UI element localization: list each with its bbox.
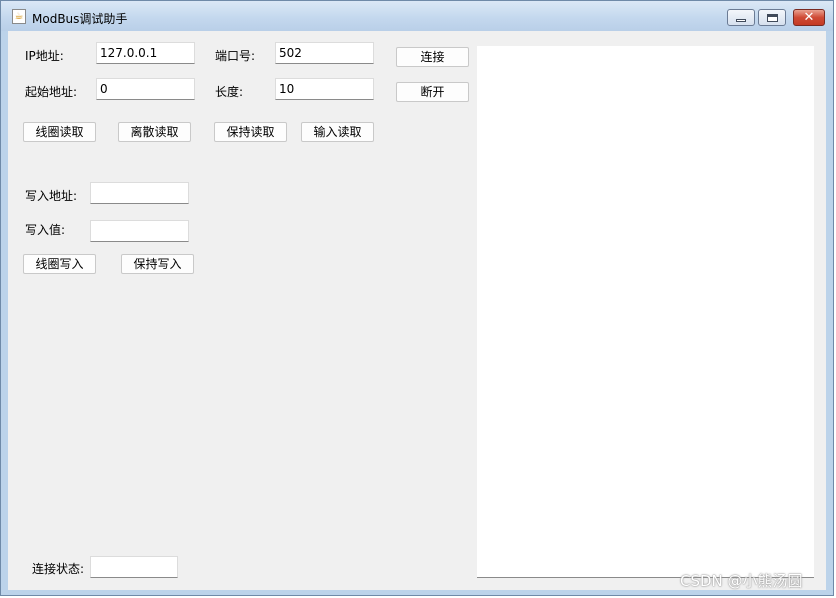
start-address-label: 起始地址: — [25, 85, 78, 99]
close-icon: ✕ — [803, 9, 815, 25]
holding-write-button[interactable]: 保持写入 — [121, 254, 194, 274]
minimize-icon — [736, 19, 746, 22]
connection-status-label: 连接状态: — [32, 562, 85, 576]
connection-status-field[interactable] — [90, 556, 178, 578]
watermark: CSDN @小熊汤圆 — [680, 572, 803, 590]
write-value-input[interactable] — [90, 220, 189, 242]
window-title: ModBus调试助手 — [32, 12, 128, 26]
connect-button[interactable]: 连接 — [396, 47, 469, 67]
maximize-icon — [766, 13, 778, 22]
close-button[interactable]: ✕ — [793, 9, 825, 26]
java-cup-icon: ☕ — [12, 9, 26, 24]
client-area: IP地址: 端口号: 连接 起始地址: 长度: 断开 线圈读取 离散读取 保持读… — [8, 31, 826, 590]
disconnect-button[interactable]: 断开 — [396, 82, 469, 102]
coil-read-button[interactable]: 线圈读取 — [23, 122, 96, 142]
holding-read-button[interactable]: 保持读取 — [214, 122, 287, 142]
coil-write-button[interactable]: 线圈写入 — [23, 254, 96, 274]
main-window: ☕ ModBus调试助手 ✕ IP地址: 端口号: 连接 起始地址: 长度: 断… — [0, 0, 834, 596]
length-input[interactable] — [275, 78, 374, 100]
title-bar[interactable]: ☕ ModBus调试助手 ✕ — [1, 1, 833, 31]
discrete-read-button[interactable]: 离散读取 — [118, 122, 191, 142]
write-address-input[interactable] — [90, 182, 189, 204]
ip-label: IP地址: — [25, 49, 64, 63]
start-address-input[interactable] — [96, 78, 195, 100]
maximize-button[interactable] — [758, 9, 786, 26]
input-read-button[interactable]: 输入读取 — [301, 122, 374, 142]
port-label: 端口号: — [215, 49, 256, 63]
length-label: 长度: — [215, 85, 244, 99]
log-text-area[interactable] — [477, 46, 814, 578]
write-address-label: 写入地址: — [25, 189, 78, 203]
write-value-label: 写入值: — [25, 223, 66, 237]
minimize-button[interactable] — [727, 9, 755, 26]
port-input[interactable] — [275, 42, 374, 64]
ip-input[interactable] — [96, 42, 195, 64]
